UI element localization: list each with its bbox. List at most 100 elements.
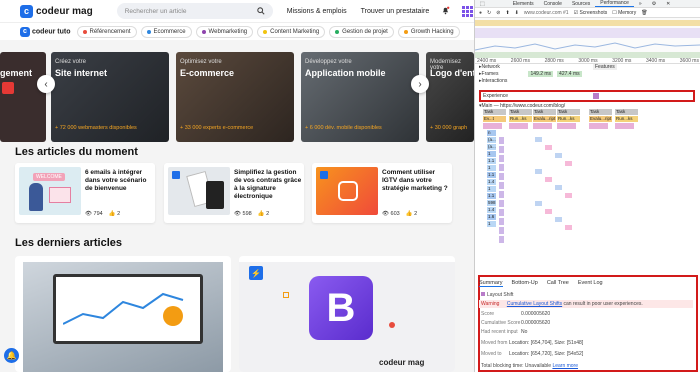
call-block[interactable] [499,209,505,216]
memory-checkbox[interactable]: ☐ Memory [612,10,636,16]
call-block[interactable] [499,164,505,171]
article-card[interactable]: Simplifiez la gestion de vos contrats gr… [164,163,304,223]
task-block[interactable]: Task [615,109,639,115]
call-block[interactable]: 1 [487,221,497,227]
call-block[interactable] [535,169,543,174]
call-block[interactable] [499,191,505,198]
script-block[interactable]: Run...ks [557,116,581,122]
call-block[interactable] [557,123,577,129]
call-block[interactable] [615,123,635,129]
call-block[interactable]: (a...) [487,137,497,143]
article-card[interactable]: Comment utiliser IGTV dans votre stratég… [312,163,452,223]
script-block[interactable]: Evalu...ript [589,116,613,122]
trash-icon[interactable]: 🗑 [641,10,647,16]
call-block[interactable] [589,123,609,129]
tab-elements[interactable]: Elements [508,1,539,7]
call-block[interactable] [555,153,563,158]
tab-summary[interactable]: Summary [479,280,503,287]
task-block[interactable]: Task [509,109,533,115]
category-chip[interactable]: Content Marketing [257,25,326,38]
call-block[interactable]: 1.4 [487,207,497,213]
tab-console[interactable]: Console [539,1,567,7]
carousel-slide[interactable]: Optimisez votre E-commerce + 33 000 expe… [176,52,294,142]
track-interactions[interactable]: ▸ Interactions [475,77,700,84]
tab-more[interactable]: » [634,1,647,7]
learn-more-link[interactable]: Learn more [552,363,578,369]
notification-bell-icon[interactable]: 🔔 [4,348,19,363]
tab-sources[interactable]: Sources [567,1,595,7]
task-block[interactable]: Task [557,109,581,115]
call-block[interactable] [499,236,505,243]
script-block[interactable]: Evalu...ript [533,116,557,122]
call-block[interactable]: 1.1 [487,158,497,164]
tab-event-log[interactable]: Event Log [578,280,603,287]
call-block[interactable] [555,217,563,222]
tab-bottom-up[interactable]: Bottom-Up [512,280,538,287]
reload-icon[interactable]: ↻ [487,10,491,16]
call-block[interactable]: 1 [487,151,497,157]
task-block[interactable]: Task [589,109,613,115]
nav-missions[interactable]: Missions & emplois [287,8,347,15]
carousel-prev-button[interactable]: ‹ [37,75,55,93]
call-block[interactable] [499,182,505,189]
category-chip[interactable]: Référencement [76,25,137,38]
call-block[interactable]: 1 [487,186,497,192]
category-chip[interactable]: Webmarketing [195,25,254,38]
tab-performance[interactable]: Performance [595,0,634,7]
call-block[interactable] [545,209,553,214]
call-block[interactable] [533,123,553,129]
category-chip[interactable]: Ecommerce [140,25,192,38]
carousel-slide[interactable]: gement [0,52,46,142]
call-block[interactable]: n [487,130,497,136]
screenshots-checkbox[interactable]: ☑ Screenshots [574,10,608,16]
call-block[interactable] [545,177,553,182]
close-icon[interactable]: ✕ [661,1,675,7]
call-block[interactable]: 1.1 [487,172,497,178]
call-block[interactable] [499,173,505,180]
call-block[interactable] [535,201,543,206]
task-block[interactable]: Task [533,109,557,115]
article-card[interactable]: WELCOME 6 emails à intégrer dans votre s… [15,163,155,223]
search-icon[interactable] [256,7,265,15]
clear-icon[interactable]: ⊘ [496,10,500,16]
call-block[interactable]: 1.4 [487,179,497,185]
tab-call-tree[interactable]: Call Tree [547,280,569,287]
download-icon[interactable]: ⬇ [515,10,519,16]
latest-article-card[interactable] [15,256,231,372]
call-block[interactable]: (a...) [487,144,497,150]
script-block[interactable]: Ev...t [483,116,507,122]
call-block[interactable]: 1.1 [487,193,497,199]
script-block[interactable]: Run...ks [615,116,639,122]
call-block[interactable] [545,145,553,150]
track-main[interactable]: ▾ Main — https://www.codeur.com/blog/ [475,102,700,109]
call-block[interactable]: 598 [487,200,497,206]
call-block[interactable]: 1 [487,165,497,171]
call-block[interactable] [555,185,563,190]
record-icon[interactable]: ● [479,10,482,16]
call-block[interactable]: 1.6 [487,214,497,220]
carousel-next-button[interactable]: › [411,75,429,93]
site-logo[interactable]: c codeur mag [20,4,93,18]
search-input[interactable]: Rechercher un article [116,3,273,19]
nav-find-provider[interactable]: Trouver un prestataire [361,8,430,15]
call-block[interactable] [565,193,573,198]
call-block[interactable] [535,137,543,142]
tuto-logo[interactable]: c codeur tuto [20,26,71,37]
call-block[interactable] [565,161,573,166]
call-block[interactable] [499,155,505,162]
script-block[interactable]: Run...ks [509,116,533,122]
cls-link[interactable]: Cumulative Layout Shifts [507,301,562,307]
call-block[interactable] [499,137,505,144]
call-block[interactable] [499,200,505,207]
carousel-slide[interactable]: Créez votre Site internet + 72 000 webma… [51,52,169,142]
call-block[interactable] [499,227,505,234]
carousel-slide[interactable]: Modernisez votre Logo d'ent + 30 000 gra… [426,52,474,142]
inspect-icon[interactable]: ⬚ [475,1,490,7]
call-block[interactable] [483,123,503,129]
latest-article-card[interactable]: ⚡ B codeur mag [239,256,455,372]
call-block[interactable] [565,225,573,230]
url-select[interactable]: www.codeur.com #1 [524,10,569,16]
track-frames[interactable]: ▸ Frames 149.2 ms 427.4 ms [475,70,700,77]
call-block[interactable] [509,123,529,129]
call-block[interactable] [499,146,505,153]
